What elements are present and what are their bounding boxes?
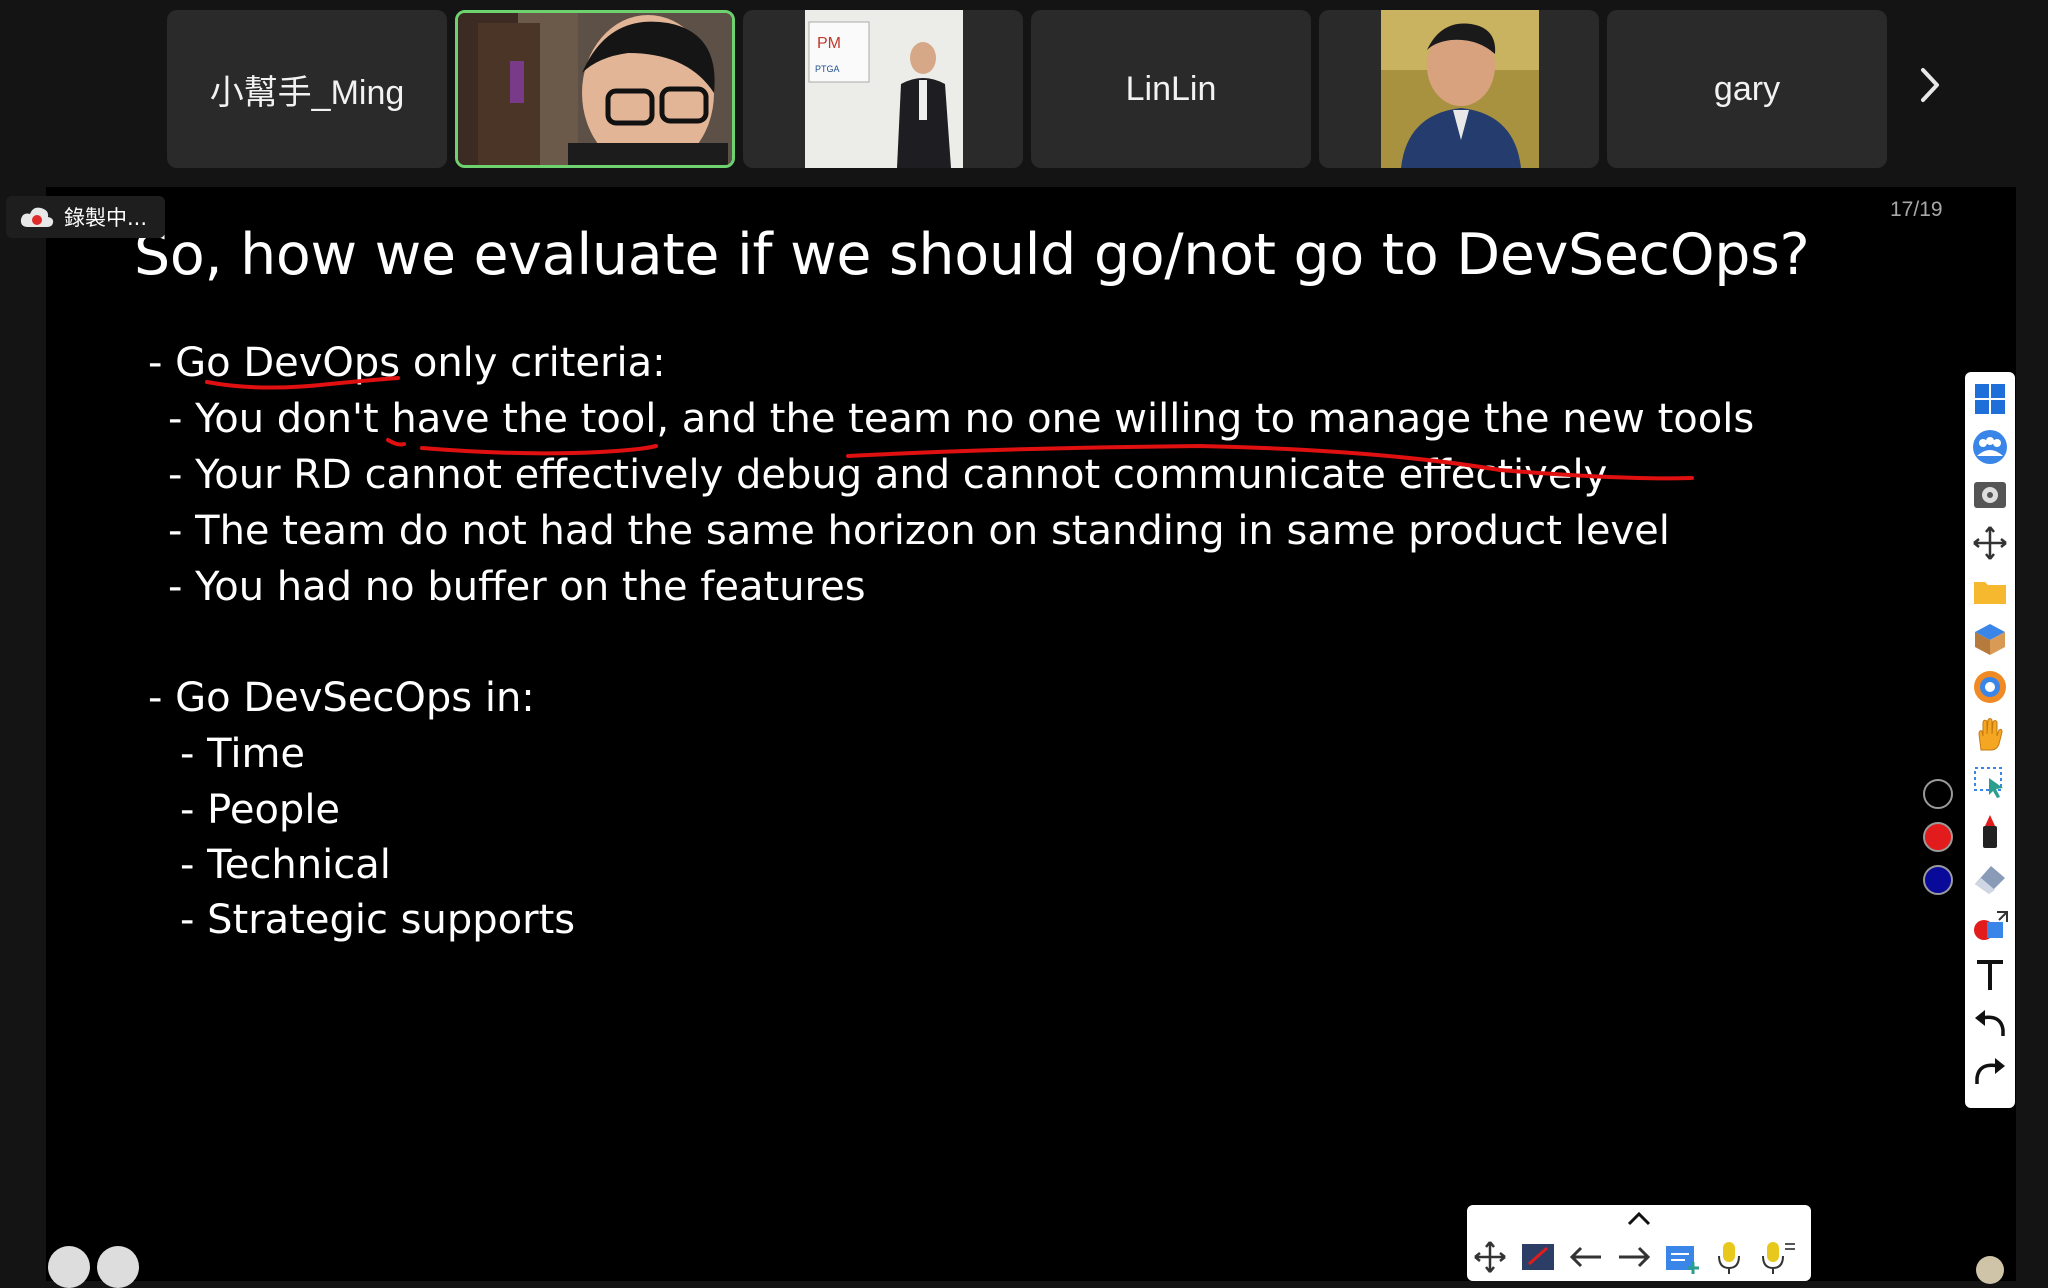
participant-photo: PM PTGA	[805, 10, 963, 168]
pen-color-red[interactable]	[1923, 822, 1953, 852]
participant-tile[interactable]	[1319, 10, 1599, 168]
participant-name: 小幫手_Ming	[209, 73, 405, 112]
participant-tile[interactable]: LinLin	[1031, 10, 1311, 168]
add-page-icon[interactable]	[1663, 1238, 1701, 1276]
participant-name: gary	[1713, 69, 1781, 108]
people-icon[interactable]	[1971, 428, 2009, 466]
mic-icon[interactable]	[1711, 1238, 1749, 1276]
move-icon[interactable]	[1471, 1238, 1509, 1276]
mic-settings-icon[interactable]	[1759, 1238, 1797, 1276]
chevron-up-icon[interactable]	[1623, 1207, 1655, 1231]
undo-icon[interactable]	[1971, 1004, 2009, 1042]
bullet-item: - Your RD cannot effectively debug and c…	[168, 452, 1608, 498]
whiteboard-icon[interactable]	[1519, 1238, 1557, 1276]
recording-indicator[interactable]: 錄製中...	[6, 196, 166, 238]
recording-label: 錄製中...	[64, 206, 148, 230]
participant-video-tile[interactable]	[455, 10, 735, 168]
bullet-item: - You don't have the tool, and the team …	[168, 396, 1755, 442]
next-arrow-icon[interactable]	[1615, 1238, 1653, 1276]
prev-arrow-icon[interactable]	[1567, 1238, 1605, 1276]
bullet-item: - You had no buffer on the features	[168, 564, 866, 610]
grid-icon[interactable]	[1971, 380, 2009, 418]
bottom-toolbar	[1467, 1205, 1811, 1281]
whiteboard-thumbnail[interactable]	[97, 1246, 139, 1288]
select-icon[interactable]	[1971, 764, 2009, 802]
eraser-icon[interactable]	[1971, 860, 2009, 898]
participant-tile[interactable]: gary	[1607, 10, 1887, 168]
slide-title: So, how we evaluate if we should go/not …	[134, 222, 1810, 288]
participant-video	[458, 13, 732, 165]
redo-icon[interactable]	[1971, 1052, 2009, 1090]
shapes-icon[interactable]	[1971, 908, 2009, 946]
marker-icon[interactable]	[1971, 812, 2009, 850]
settings-icon[interactable]	[1971, 476, 2009, 514]
participant-strip: 小幫手_Ming PM PTGA LinLin gary	[0, 0, 2048, 184]
bullet-item: - People	[180, 787, 341, 833]
cloud-recording-icon	[20, 207, 54, 227]
participant-tile[interactable]: 小幫手_Ming	[167, 10, 447, 168]
browser-icon[interactable]	[1971, 668, 2009, 706]
participant-name: LinLin	[1125, 69, 1217, 108]
chevron-right-icon[interactable]	[1913, 62, 1947, 108]
hand-icon[interactable]	[1971, 716, 2009, 754]
svg-text:PTGA: PTGA	[815, 64, 840, 74]
bullet-heading: - Go DevOps only criteria:	[148, 340, 666, 386]
avatar[interactable]	[1976, 1256, 2004, 1284]
right-toolbar	[1965, 372, 2015, 1108]
pen-color-black[interactable]	[1923, 779, 1953, 809]
participant-tile[interactable]: PM PTGA	[743, 10, 1023, 168]
bullet-heading: - Go DevSecOps in:	[148, 675, 535, 721]
gallery-thumbnail[interactable]	[48, 1246, 90, 1288]
move-icon[interactable]	[1971, 524, 2009, 562]
svg-text:PM: PM	[817, 35, 841, 52]
bullet-item: - Strategic supports	[180, 897, 576, 943]
bullet-item: - Time	[180, 731, 306, 777]
pen-color-blue[interactable]	[1923, 865, 1953, 895]
box-icon[interactable]	[1971, 620, 2009, 658]
text-icon[interactable]	[1971, 956, 2009, 994]
bullet-item: - Technical	[180, 842, 391, 888]
bullet-item: - The team do not had the same horizon o…	[168, 508, 1670, 554]
slide-page-number: 17/19	[1890, 198, 1943, 221]
participant-photo	[1381, 10, 1539, 168]
folder-icon[interactable]	[1971, 572, 2009, 610]
